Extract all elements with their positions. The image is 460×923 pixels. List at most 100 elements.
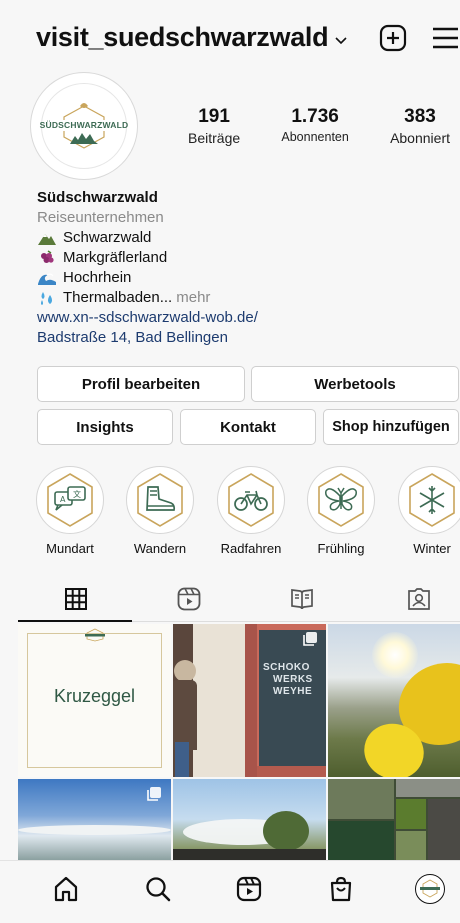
logo-text: SÜDSCHWARZWALD	[39, 120, 129, 130]
carousel-icon	[303, 632, 317, 646]
profile-category: Reiseunternehmen	[37, 209, 164, 226]
bio-line: Hochrhein	[37, 268, 447, 288]
username[interactable]: visit_suedschwarzwald	[36, 22, 329, 53]
grid-icon[interactable]	[63, 586, 89, 612]
post-title: Kruzeggel	[53, 686, 136, 706]
highlight-label: Winter	[413, 541, 451, 556]
highlight-mundart[interactable]: A 文 Mundart	[34, 466, 106, 556]
bio-line: Markgräflerland	[37, 248, 447, 268]
active-tab-indicator	[18, 620, 132, 622]
bio-more-link[interactable]: mehr	[176, 288, 210, 308]
stat-following[interactable]: 383 Abonniert	[390, 106, 450, 146]
bicycle-icon	[228, 473, 274, 527]
insights-button[interactable]: Insights	[37, 409, 173, 445]
post-tile[interactable]	[18, 779, 171, 860]
post-tile[interactable]: Kruzeggel	[18, 624, 171, 777]
reels-icon[interactable]	[235, 875, 263, 903]
home-icon[interactable]	[52, 875, 80, 903]
posts-grid: Kruzeggel SCHOKO WERKS WEYHE	[18, 624, 460, 860]
stat-posts-count: 191	[198, 106, 230, 127]
bio-line-text: Schwarzwald	[63, 229, 152, 246]
shop-sign-line: WEYHE	[273, 686, 313, 697]
website-link[interactable]: www.xn--sdschwarzwald-wob.de/	[37, 308, 447, 328]
guides-icon[interactable]	[289, 586, 315, 612]
highlight-ring	[307, 466, 375, 534]
highlight-ring	[398, 466, 460, 534]
highlight-label: Radfahren	[220, 541, 282, 556]
speech-translate-icon: A 文	[47, 473, 93, 527]
person-legs	[175, 742, 189, 777]
shop-sign-line: WERKS	[273, 674, 313, 685]
post-image-part	[245, 624, 257, 777]
highlight-ring	[217, 466, 285, 534]
collage-part	[328, 821, 394, 860]
highlight-label: Wandern	[133, 541, 187, 556]
tree	[263, 811, 309, 851]
address-link[interactable]: Badstraße 14, Bad Bellingen	[37, 328, 447, 348]
profile-name: Südschwarzwald	[37, 189, 158, 206]
plus-square-icon[interactable]	[379, 24, 407, 52]
train	[173, 849, 326, 860]
profile-tabs	[18, 582, 460, 622]
grapes-icon	[41, 250, 54, 263]
shop-icon[interactable]	[327, 875, 355, 903]
add-shop-button[interactable]: Shop hinzufügen	[323, 409, 459, 445]
ad-tools-button[interactable]: Werbetools	[251, 366, 459, 402]
bottom-nav	[0, 860, 460, 923]
profile-header: visit_suedschwarzwald	[0, 18, 460, 62]
tagged-icon[interactable]	[406, 586, 432, 612]
highlight-label: Frühling	[317, 541, 365, 556]
shop-sign: SCHOKO WERKS WEYHE	[263, 662, 313, 698]
bio-line: Schwarzwald	[37, 228, 447, 248]
post-tile[interactable]: SCHOKO WERKS WEYHE	[173, 624, 326, 777]
contact-button[interactable]: Kontakt	[180, 409, 316, 445]
stat-followers-label: Abonnenten	[281, 130, 349, 144]
clouds	[18, 825, 171, 835]
reels-icon[interactable]	[176, 586, 202, 612]
collage-part	[428, 799, 460, 860]
chevron-down-icon[interactable]	[333, 32, 349, 48]
highlight-ring: A 文	[36, 466, 104, 534]
highlight-radfahren[interactable]: Radfahren	[215, 466, 287, 556]
post-tile[interactable]	[328, 779, 460, 860]
hiking-boot-icon	[137, 473, 183, 527]
droplets-icon	[41, 292, 52, 305]
highlight-label: Mundart	[46, 541, 94, 556]
person-body	[173, 680, 197, 750]
stat-posts[interactable]: 191 Beiträge	[188, 106, 240, 146]
collage-part	[396, 779, 460, 797]
carousel-icon	[147, 787, 161, 801]
stat-following-label: Abonniert	[390, 130, 450, 146]
shop-sign-line: SCHOKO	[263, 662, 310, 673]
mountain-icon	[38, 234, 56, 245]
collage-part	[396, 799, 426, 829]
brand-logo-icon	[420, 879, 440, 898]
stat-posts-label: Beiträge	[188, 130, 241, 146]
highlight-ring	[126, 466, 194, 534]
bio-line: Thermalbaden... mehr	[37, 288, 447, 308]
bio-line-text: Thermalbaden...	[63, 289, 173, 306]
search-icon[interactable]	[144, 875, 172, 903]
post-image-part	[257, 766, 326, 777]
stat-followers[interactable]: 1.736 Abonnenten	[281, 106, 348, 146]
profile-bio: Südschwarzwald Reiseunternehmen Schwarzw…	[37, 188, 447, 348]
collage-part	[396, 831, 426, 860]
shop-window	[259, 630, 326, 766]
bio-line-text: Markgräflerland	[63, 249, 168, 266]
svg-text:A: A	[60, 495, 66, 504]
post-tile[interactable]	[328, 624, 460, 777]
butterfly-icon	[318, 473, 364, 527]
highlight-wandern[interactable]: Wandern	[124, 466, 196, 556]
edit-profile-button[interactable]: Profil bearbeiten	[37, 366, 245, 402]
bio-line-text: Hochrhein	[63, 269, 132, 286]
snowflake-icon	[409, 473, 455, 527]
post-image-part	[193, 624, 245, 777]
highlight-winter[interactable]: Winter	[396, 466, 460, 556]
collage-part	[328, 779, 394, 819]
wave-icon	[38, 273, 56, 285]
stat-following-count: 383	[404, 106, 436, 127]
post-tile[interactable]	[173, 779, 326, 860]
highlight-fruehling[interactable]: Frühling	[305, 466, 377, 556]
hamburger-menu-icon[interactable]	[432, 26, 458, 50]
profile-icon[interactable]	[415, 874, 445, 904]
